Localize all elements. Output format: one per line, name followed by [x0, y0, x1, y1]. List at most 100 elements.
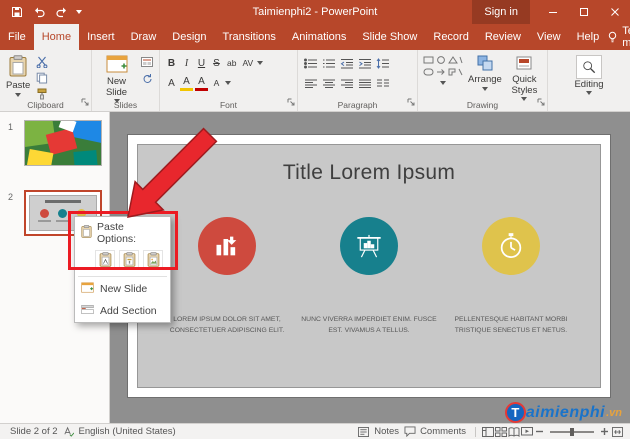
dropdown-arrow-icon	[481, 86, 488, 91]
font-dialog-launcher-icon[interactable]	[287, 97, 295, 109]
slide-layout-icon[interactable]	[139, 55, 155, 69]
slide-item-1[interactable]: LOREM IPSUM DOLOR SIT AMET, CONSECTETUER…	[156, 217, 298, 337]
clipboard-dialog-launcher-icon[interactable]	[81, 97, 89, 109]
clear-formatting-button[interactable]: A	[210, 75, 223, 91]
tab-insert[interactable]: Insert	[79, 24, 123, 50]
align-left-icon[interactable]	[303, 76, 319, 90]
clipboard-small-buttons	[33, 53, 51, 103]
zoom-slider-thumb[interactable]	[569, 427, 574, 436]
align-right-icon[interactable]	[339, 76, 355, 90]
close-button[interactable]	[599, 0, 630, 24]
spellcheck-icon[interactable]	[62, 426, 75, 438]
tab-slide-show[interactable]: Slide Show	[354, 24, 425, 50]
tab-transitions[interactable]: Transitions	[215, 24, 284, 50]
numbering-icon[interactable]	[321, 56, 337, 70]
tab-draw[interactable]: Draw	[123, 24, 165, 50]
qat-customize-dropdown-icon[interactable]	[76, 10, 82, 14]
maximize-button[interactable]	[568, 0, 599, 24]
quick-styles-icon	[516, 55, 532, 74]
font-color-button[interactable]: A	[195, 75, 208, 91]
notes-icon[interactable]	[357, 426, 370, 438]
tab-animations[interactable]: Animations	[284, 24, 354, 50]
slide-thumbnail-1[interactable]: 1	[0, 120, 110, 170]
justify-icon[interactable]	[357, 76, 373, 90]
window-title: Taimienphi2 - PowerPoint	[252, 6, 378, 18]
bullets-icon[interactable]	[303, 56, 319, 70]
new-slide-button[interactable]: New Slide	[95, 53, 138, 105]
bold-button[interactable]: B	[165, 55, 178, 71]
line-spacing-icon[interactable]	[375, 56, 391, 70]
tab-help[interactable]: Help	[569, 24, 608, 50]
redo-icon[interactable]	[54, 5, 68, 19]
dropdown-arrow-icon[interactable]	[225, 81, 231, 85]
undo-icon[interactable]	[32, 5, 46, 19]
slide-1-preview-image[interactable]	[24, 120, 102, 166]
tab-home[interactable]: Home	[33, 24, 80, 50]
format-painter-icon[interactable]	[34, 87, 50, 101]
shapes-gallery[interactable]	[421, 53, 465, 81]
paste-options-icons	[75, 247, 170, 275]
columns-icon[interactable]	[375, 76, 391, 90]
reading-view-icon[interactable]	[507, 426, 520, 438]
fit-to-window-icon[interactable]	[611, 426, 624, 438]
paste-use-destination-theme-icon[interactable]	[95, 250, 115, 269]
strikethrough-button[interactable]: S	[210, 55, 223, 71]
reset-icon[interactable]	[139, 71, 155, 85]
new-slide-icon	[81, 282, 94, 296]
ribbon-group-editing: Editing	[548, 50, 630, 111]
slide-canvas: Title Lorem Ipsum LOREM IPSUM DOLOR SIT …	[110, 112, 630, 423]
arrange-button[interactable]: Arrange	[465, 53, 505, 93]
paste-as-picture-icon[interactable]	[143, 250, 163, 269]
context-menu-new-slide[interactable]: New Slide	[75, 278, 170, 300]
tab-review[interactable]: Review	[477, 24, 529, 50]
paragraph-dialog-launcher-icon[interactable]	[407, 97, 415, 109]
character-spacing-button[interactable]: AV	[240, 55, 255, 71]
quick-styles-button[interactable]: Quick Styles	[505, 53, 544, 103]
arrange-label: Arrange	[468, 74, 502, 86]
slide-sorter-view-icon[interactable]	[494, 426, 507, 438]
yellow-circle	[482, 217, 540, 275]
language-status[interactable]: English (United States)	[79, 426, 176, 437]
editing-button[interactable]: Editing	[571, 53, 606, 97]
paste-button[interactable]: Paste	[3, 53, 33, 99]
comments-button[interactable]: Comments	[420, 426, 466, 437]
drawing-dialog-launcher-icon[interactable]	[537, 97, 545, 109]
change-case-button[interactable]: A	[165, 75, 178, 91]
drawing-group-label: Drawing	[466, 100, 499, 110]
slide-editor[interactable]: Title Lorem Ipsum LOREM IPSUM DOLOR SIT …	[128, 135, 610, 397]
quick-styles-label: Quick Styles	[511, 74, 538, 96]
paste-keep-source-formatting-icon[interactable]	[119, 250, 139, 269]
italic-button[interactable]: I	[180, 55, 193, 71]
minimize-button[interactable]	[537, 0, 568, 24]
highlight-color-button[interactable]: A	[180, 75, 193, 91]
sign-in-button[interactable]: Sign in	[472, 0, 530, 24]
comments-icon[interactable]	[403, 426, 416, 438]
slide-item-2[interactable]: NUNC VIVERRA IMPERDIET ENIM. FUSCE EST. …	[298, 217, 440, 337]
dropdown-arrow-icon[interactable]	[440, 81, 446, 85]
notes-button[interactable]: Notes	[374, 426, 399, 437]
slide-item-3[interactable]: PELLENTESQUE HABITANT MORBI TRISTIQUE SE…	[440, 217, 582, 337]
tab-record[interactable]: Record	[425, 24, 476, 50]
context-menu-add-section[interactable]: Add Section	[75, 300, 170, 322]
text-shadow-button[interactable]: ab	[225, 55, 238, 71]
cut-icon[interactable]	[34, 55, 50, 69]
zoom-in-icon[interactable]	[598, 426, 611, 438]
normal-view-icon[interactable]	[481, 426, 494, 438]
tab-view[interactable]: View	[529, 24, 569, 50]
zoom-slider[interactable]	[550, 427, 594, 436]
align-center-icon[interactable]	[321, 76, 337, 90]
underline-button[interactable]: U	[195, 55, 208, 71]
copy-icon[interactable]	[34, 71, 50, 85]
increase-indent-icon[interactable]	[357, 56, 373, 70]
save-icon[interactable]	[10, 5, 24, 19]
zoom-out-icon[interactable]	[533, 426, 546, 438]
slide-show-view-icon[interactable]	[520, 426, 533, 438]
slide-title[interactable]: Title Lorem Ipsum	[138, 161, 600, 185]
add-section-menu-label: Add Section	[100, 305, 157, 317]
tell-me-button[interactable]: Tell me	[607, 25, 630, 49]
ribbon-tab-bar-right: Tell me Share	[607, 24, 630, 50]
tab-design[interactable]: Design	[164, 24, 214, 50]
dropdown-arrow-icon[interactable]	[257, 61, 264, 65]
decrease-indent-icon[interactable]	[339, 56, 355, 70]
tab-file[interactable]: File	[0, 24, 34, 50]
